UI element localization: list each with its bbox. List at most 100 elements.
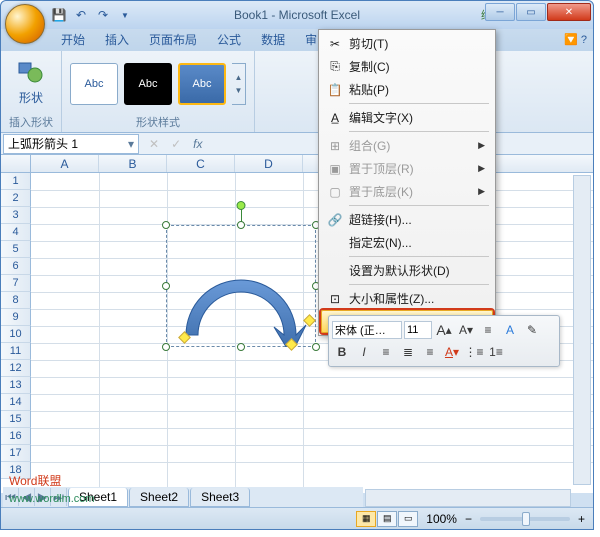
- tab-insert[interactable]: 插入: [95, 28, 139, 51]
- zoom-level[interactable]: 100%: [426, 512, 457, 526]
- row-header[interactable]: 12: [1, 360, 31, 377]
- row-header[interactable]: 1: [1, 173, 31, 190]
- tab-home[interactable]: 开始: [51, 28, 95, 51]
- row-header[interactable]: 11: [1, 343, 31, 360]
- highlight-icon[interactable]: ✎: [522, 320, 542, 340]
- tab-page-layout[interactable]: 页面布局: [139, 28, 207, 51]
- tab-formulas[interactable]: 公式: [207, 28, 251, 51]
- align-right-icon[interactable]: ≡: [420, 342, 440, 362]
- menu-bring-front[interactable]: ▣置于顶层(R)▶: [321, 157, 493, 180]
- shape-style-2[interactable]: Abc: [124, 63, 172, 105]
- shape-style-1[interactable]: Abc: [70, 63, 118, 105]
- bold-button[interactable]: B: [332, 342, 352, 362]
- row-header[interactable]: 10: [1, 326, 31, 343]
- zoom-out-icon[interactable]: −: [465, 512, 472, 526]
- resize-handle[interactable]: [312, 343, 320, 351]
- menu-group[interactable]: ⊞组合(G)▶: [321, 134, 493, 157]
- edit-text-icon: A̲: [327, 110, 343, 126]
- row-header[interactable]: 6: [1, 258, 31, 275]
- minimize-button[interactable]: ─: [485, 3, 515, 21]
- row-header[interactable]: 14: [1, 394, 31, 411]
- menu-assign-macro[interactable]: 指定宏(N)...: [321, 231, 493, 254]
- menu-default-shape[interactable]: 设置为默认形状(D): [321, 259, 493, 282]
- ribbon-tabs: 开始 插入 页面布局 公式 数据 审阅 视… 🔽 ?: [1, 29, 593, 51]
- undo-icon[interactable]: ↶: [73, 7, 89, 23]
- grow-font-icon[interactable]: A▴: [434, 320, 454, 340]
- name-box[interactable]: 上弧形箭头 1 ▾: [3, 134, 139, 154]
- shape-style-3-selected[interactable]: Abc: [178, 63, 226, 105]
- copy-icon: ⎘: [327, 59, 343, 75]
- fx-icon[interactable]: fx: [193, 137, 202, 151]
- numbering-icon[interactable]: 1≡: [486, 342, 506, 362]
- row-header[interactable]: 15: [1, 411, 31, 428]
- col-header[interactable]: C: [167, 155, 235, 172]
- menu-edit-text[interactable]: A̲编辑文字(X): [321, 106, 493, 129]
- font-color-button[interactable]: A▾: [442, 342, 462, 362]
- resize-handle[interactable]: [162, 221, 170, 229]
- text-effects-icon[interactable]: A: [500, 320, 520, 340]
- maximize-button[interactable]: ▭: [516, 3, 546, 21]
- sheet-tab-3[interactable]: Sheet3: [190, 488, 250, 507]
- zoom-slider[interactable]: [480, 517, 570, 521]
- align-button[interactable]: ≡: [478, 320, 498, 340]
- row-header[interactable]: 2: [1, 190, 31, 207]
- menu-cut[interactable]: ✂剪切(T): [321, 32, 493, 55]
- align-center-icon[interactable]: ≣: [398, 342, 418, 362]
- row-header[interactable]: 3: [1, 207, 31, 224]
- bullets-icon[interactable]: ⋮≡: [464, 342, 484, 362]
- rotation-handle[interactable]: [237, 201, 246, 210]
- resize-handle[interactable]: [162, 282, 170, 290]
- row-header[interactable]: 4: [1, 224, 31, 241]
- chevron-down-icon[interactable]: ▾: [128, 137, 134, 151]
- resize-handle[interactable]: [237, 221, 245, 229]
- size-icon: ⊡: [327, 291, 343, 307]
- font-selector[interactable]: [332, 321, 402, 339]
- resize-handle[interactable]: [162, 343, 170, 351]
- cancel-formula-icon[interactable]: ✕: [149, 137, 159, 151]
- office-button[interactable]: [5, 4, 45, 44]
- resize-handle[interactable]: [237, 343, 245, 351]
- menu-copy[interactable]: ⎘复制(C): [321, 55, 493, 78]
- select-all-corner[interactable]: [1, 155, 31, 172]
- redo-icon[interactable]: ↷: [95, 7, 111, 23]
- zoom-in-icon[interactable]: +: [578, 512, 585, 526]
- menu-send-back[interactable]: ▢置于底层(K)▶: [321, 180, 493, 203]
- shape-style-more[interactable]: ▲▼: [232, 63, 246, 105]
- ribbon-help-icon[interactable]: 🔽 ?: [564, 33, 587, 46]
- menu-hyperlink[interactable]: 🔗超链接(H)...: [321, 208, 493, 231]
- col-header[interactable]: D: [235, 155, 303, 172]
- insert-shape-button[interactable]: 形状: [9, 56, 53, 112]
- column-headers: A B C D: [1, 155, 593, 173]
- row-header[interactable]: 17: [1, 445, 31, 462]
- view-break-icon[interactable]: ▭: [398, 511, 418, 527]
- mini-toolbar: A▴ A▾ ≡ A ✎ B I ≡ ≣ ≡ A▾ ⋮≡ 1≡: [328, 315, 560, 367]
- menu-size-properties[interactable]: ⊡大小和属性(Z)...: [321, 287, 493, 310]
- shrink-font-icon[interactable]: A▾: [456, 320, 476, 340]
- vertical-scrollbar[interactable]: [573, 175, 591, 485]
- align-left-icon[interactable]: ≡: [376, 342, 396, 362]
- row-header[interactable]: 16: [1, 428, 31, 445]
- row-header[interactable]: 13: [1, 377, 31, 394]
- confirm-formula-icon[interactable]: ✓: [171, 137, 181, 151]
- selected-shape-arc-arrow[interactable]: [166, 225, 316, 347]
- watermark: Word联盟 www.wordlm.com: [9, 472, 95, 505]
- row-header[interactable]: 5: [1, 241, 31, 258]
- sheet-tab-2[interactable]: Sheet2: [129, 488, 189, 507]
- status-bar: ▦ ▤ ▭ 100% − +: [1, 507, 593, 529]
- qat-dropdown-icon[interactable]: ▼: [117, 7, 133, 23]
- row-header[interactable]: 9: [1, 309, 31, 326]
- col-header[interactable]: B: [99, 155, 167, 172]
- close-button[interactable]: ✕: [547, 3, 591, 21]
- row-header[interactable]: 7: [1, 275, 31, 292]
- menu-paste[interactable]: 📋粘贴(P): [321, 78, 493, 101]
- italic-button[interactable]: I: [354, 342, 374, 362]
- view-layout-icon[interactable]: ▤: [377, 511, 397, 527]
- hyperlink-icon: 🔗: [327, 212, 343, 228]
- row-header[interactable]: 8: [1, 292, 31, 309]
- horizontal-scrollbar[interactable]: [365, 489, 571, 507]
- font-size-selector[interactable]: [404, 321, 432, 339]
- save-icon[interactable]: 💾: [51, 7, 67, 23]
- col-header[interactable]: A: [31, 155, 99, 172]
- view-normal-icon[interactable]: ▦: [356, 511, 376, 527]
- tab-data[interactable]: 数据: [251, 28, 295, 51]
